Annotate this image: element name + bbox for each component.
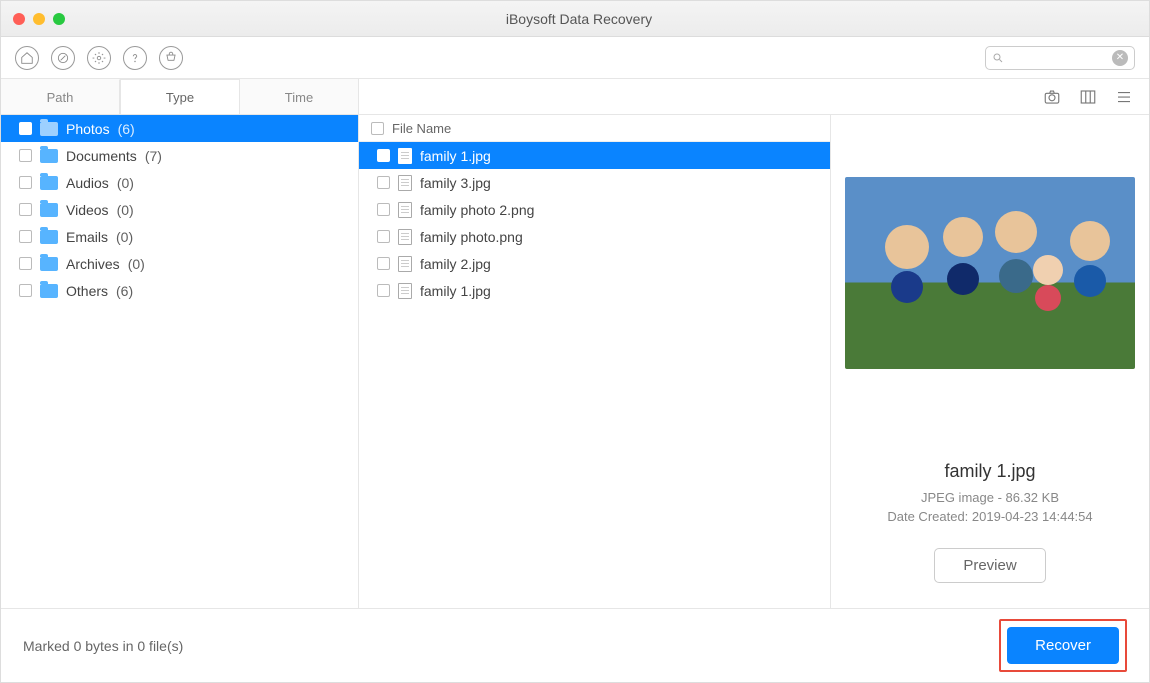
camera-icon[interactable]	[1043, 88, 1061, 106]
filter-icon[interactable]	[51, 46, 75, 70]
file-checkbox[interactable]	[377, 176, 390, 189]
footer: Marked 0 bytes in 0 file(s) Recover	[1, 608, 1149, 682]
home-icon[interactable]	[15, 46, 39, 70]
recover-highlight: Recover	[999, 619, 1127, 672]
category-count: (0)	[128, 256, 145, 272]
clear-search-icon[interactable]: ✕	[1112, 50, 1128, 66]
cart-icon[interactable]	[159, 46, 183, 70]
file-name: family 1.jpg	[420, 283, 491, 299]
folder-icon	[40, 257, 58, 271]
folder-icon	[40, 176, 58, 190]
category-checkbox[interactable]	[19, 284, 32, 297]
folder-icon	[40, 284, 58, 298]
file-list: File Name family 1.jpg family 3.jpg fami…	[359, 115, 831, 608]
maximize-window-button[interactable]	[53, 13, 65, 25]
preview-button[interactable]: Preview	[934, 548, 1045, 583]
file-icon	[398, 256, 412, 272]
columns-view-icon[interactable]	[1079, 88, 1097, 106]
titlebar: iBoysoft Data Recovery	[1, 1, 1149, 37]
folder-icon	[40, 230, 58, 244]
file-row[interactable]: family 2.jpg	[359, 250, 830, 277]
search-icon	[992, 52, 1004, 64]
category-count: (6)	[116, 283, 133, 299]
folder-icon	[40, 122, 58, 136]
category-others[interactable]: Others (6)	[1, 277, 358, 304]
search-input[interactable]: ✕	[985, 46, 1135, 70]
category-archives[interactable]: Archives (0)	[1, 250, 358, 277]
category-photos[interactable]: Photos (6)	[1, 115, 358, 142]
window-title: iBoysoft Data Recovery	[65, 11, 1093, 27]
filter-tabs: Path Type Time	[1, 79, 359, 114]
help-icon[interactable]	[123, 46, 147, 70]
category-checkbox[interactable]	[19, 176, 32, 189]
category-count: (0)	[117, 202, 134, 218]
category-checkbox[interactable]	[19, 122, 32, 135]
category-checkbox[interactable]	[19, 257, 32, 270]
file-name: family 2.jpg	[420, 256, 491, 272]
category-label: Photos	[66, 121, 110, 137]
file-icon	[398, 202, 412, 218]
file-icon	[398, 148, 412, 164]
category-count: (0)	[117, 175, 134, 191]
close-window-button[interactable]	[13, 13, 25, 25]
category-sidebar: Photos (6) Documents (7) Audios (0) Vide…	[1, 115, 359, 608]
file-checkbox[interactable]	[377, 149, 390, 162]
minimize-window-button[interactable]	[33, 13, 45, 25]
category-count: (6)	[118, 121, 135, 137]
column-header-filename[interactable]: File Name	[392, 121, 451, 136]
category-label: Archives	[66, 256, 120, 272]
file-row[interactable]: family 3.jpg	[359, 169, 830, 196]
category-audios[interactable]: Audios (0)	[1, 169, 358, 196]
file-row[interactable]: family 1.jpg	[359, 277, 830, 304]
tab-type[interactable]: Type	[120, 79, 240, 114]
file-name: family photo 2.png	[420, 202, 534, 218]
preview-pane: family 1.jpg JPEG image - 86.32 KB Date …	[831, 115, 1149, 608]
preview-fileinfo: JPEG image - 86.32 KB	[921, 490, 1059, 505]
category-label: Documents	[66, 148, 137, 164]
file-name: family 1.jpg	[420, 148, 491, 164]
file-icon	[398, 229, 412, 245]
file-row[interactable]: family photo.png	[359, 223, 830, 250]
category-checkbox[interactable]	[19, 230, 32, 243]
category-checkbox[interactable]	[19, 203, 32, 216]
status-text: Marked 0 bytes in 0 file(s)	[23, 638, 183, 654]
category-count: (0)	[116, 229, 133, 245]
category-emails[interactable]: Emails (0)	[1, 223, 358, 250]
tab-time[interactable]: Time	[240, 79, 358, 114]
category-label: Emails	[66, 229, 108, 245]
preview-image	[845, 177, 1135, 369]
file-icon	[398, 283, 412, 299]
file-checkbox[interactable]	[377, 203, 390, 216]
file-checkbox[interactable]	[377, 230, 390, 243]
file-row[interactable]: family 1.jpg	[359, 142, 830, 169]
view-tools	[359, 79, 1149, 114]
category-count: (7)	[145, 148, 162, 164]
preview-filename: family 1.jpg	[944, 461, 1035, 482]
file-checkbox[interactable]	[377, 257, 390, 270]
file-icon	[398, 175, 412, 191]
preview-filedate: Date Created: 2019-04-23 14:44:54	[887, 509, 1092, 524]
file-name: family photo.png	[420, 229, 523, 245]
category-checkbox[interactable]	[19, 149, 32, 162]
file-row[interactable]: family photo 2.png	[359, 196, 830, 223]
file-checkbox[interactable]	[377, 284, 390, 297]
list-view-icon[interactable]	[1115, 88, 1133, 106]
settings-icon[interactable]	[87, 46, 111, 70]
category-label: Others	[66, 283, 108, 299]
category-documents[interactable]: Documents (7)	[1, 142, 358, 169]
select-all-checkbox[interactable]	[371, 122, 384, 135]
file-name: family 3.jpg	[420, 175, 491, 191]
tab-path[interactable]: Path	[1, 79, 120, 114]
category-label: Audios	[66, 175, 109, 191]
window-controls	[13, 13, 65, 25]
main-content: Photos (6) Documents (7) Audios (0) Vide…	[1, 115, 1149, 608]
filelist-header: File Name	[359, 115, 830, 142]
category-label: Videos	[66, 202, 109, 218]
folder-icon	[40, 149, 58, 163]
subheader: Path Type Time	[1, 79, 1149, 115]
category-videos[interactable]: Videos (0)	[1, 196, 358, 223]
recover-button[interactable]: Recover	[1007, 627, 1119, 664]
folder-icon	[40, 203, 58, 217]
toolbar: ✕	[1, 37, 1149, 79]
